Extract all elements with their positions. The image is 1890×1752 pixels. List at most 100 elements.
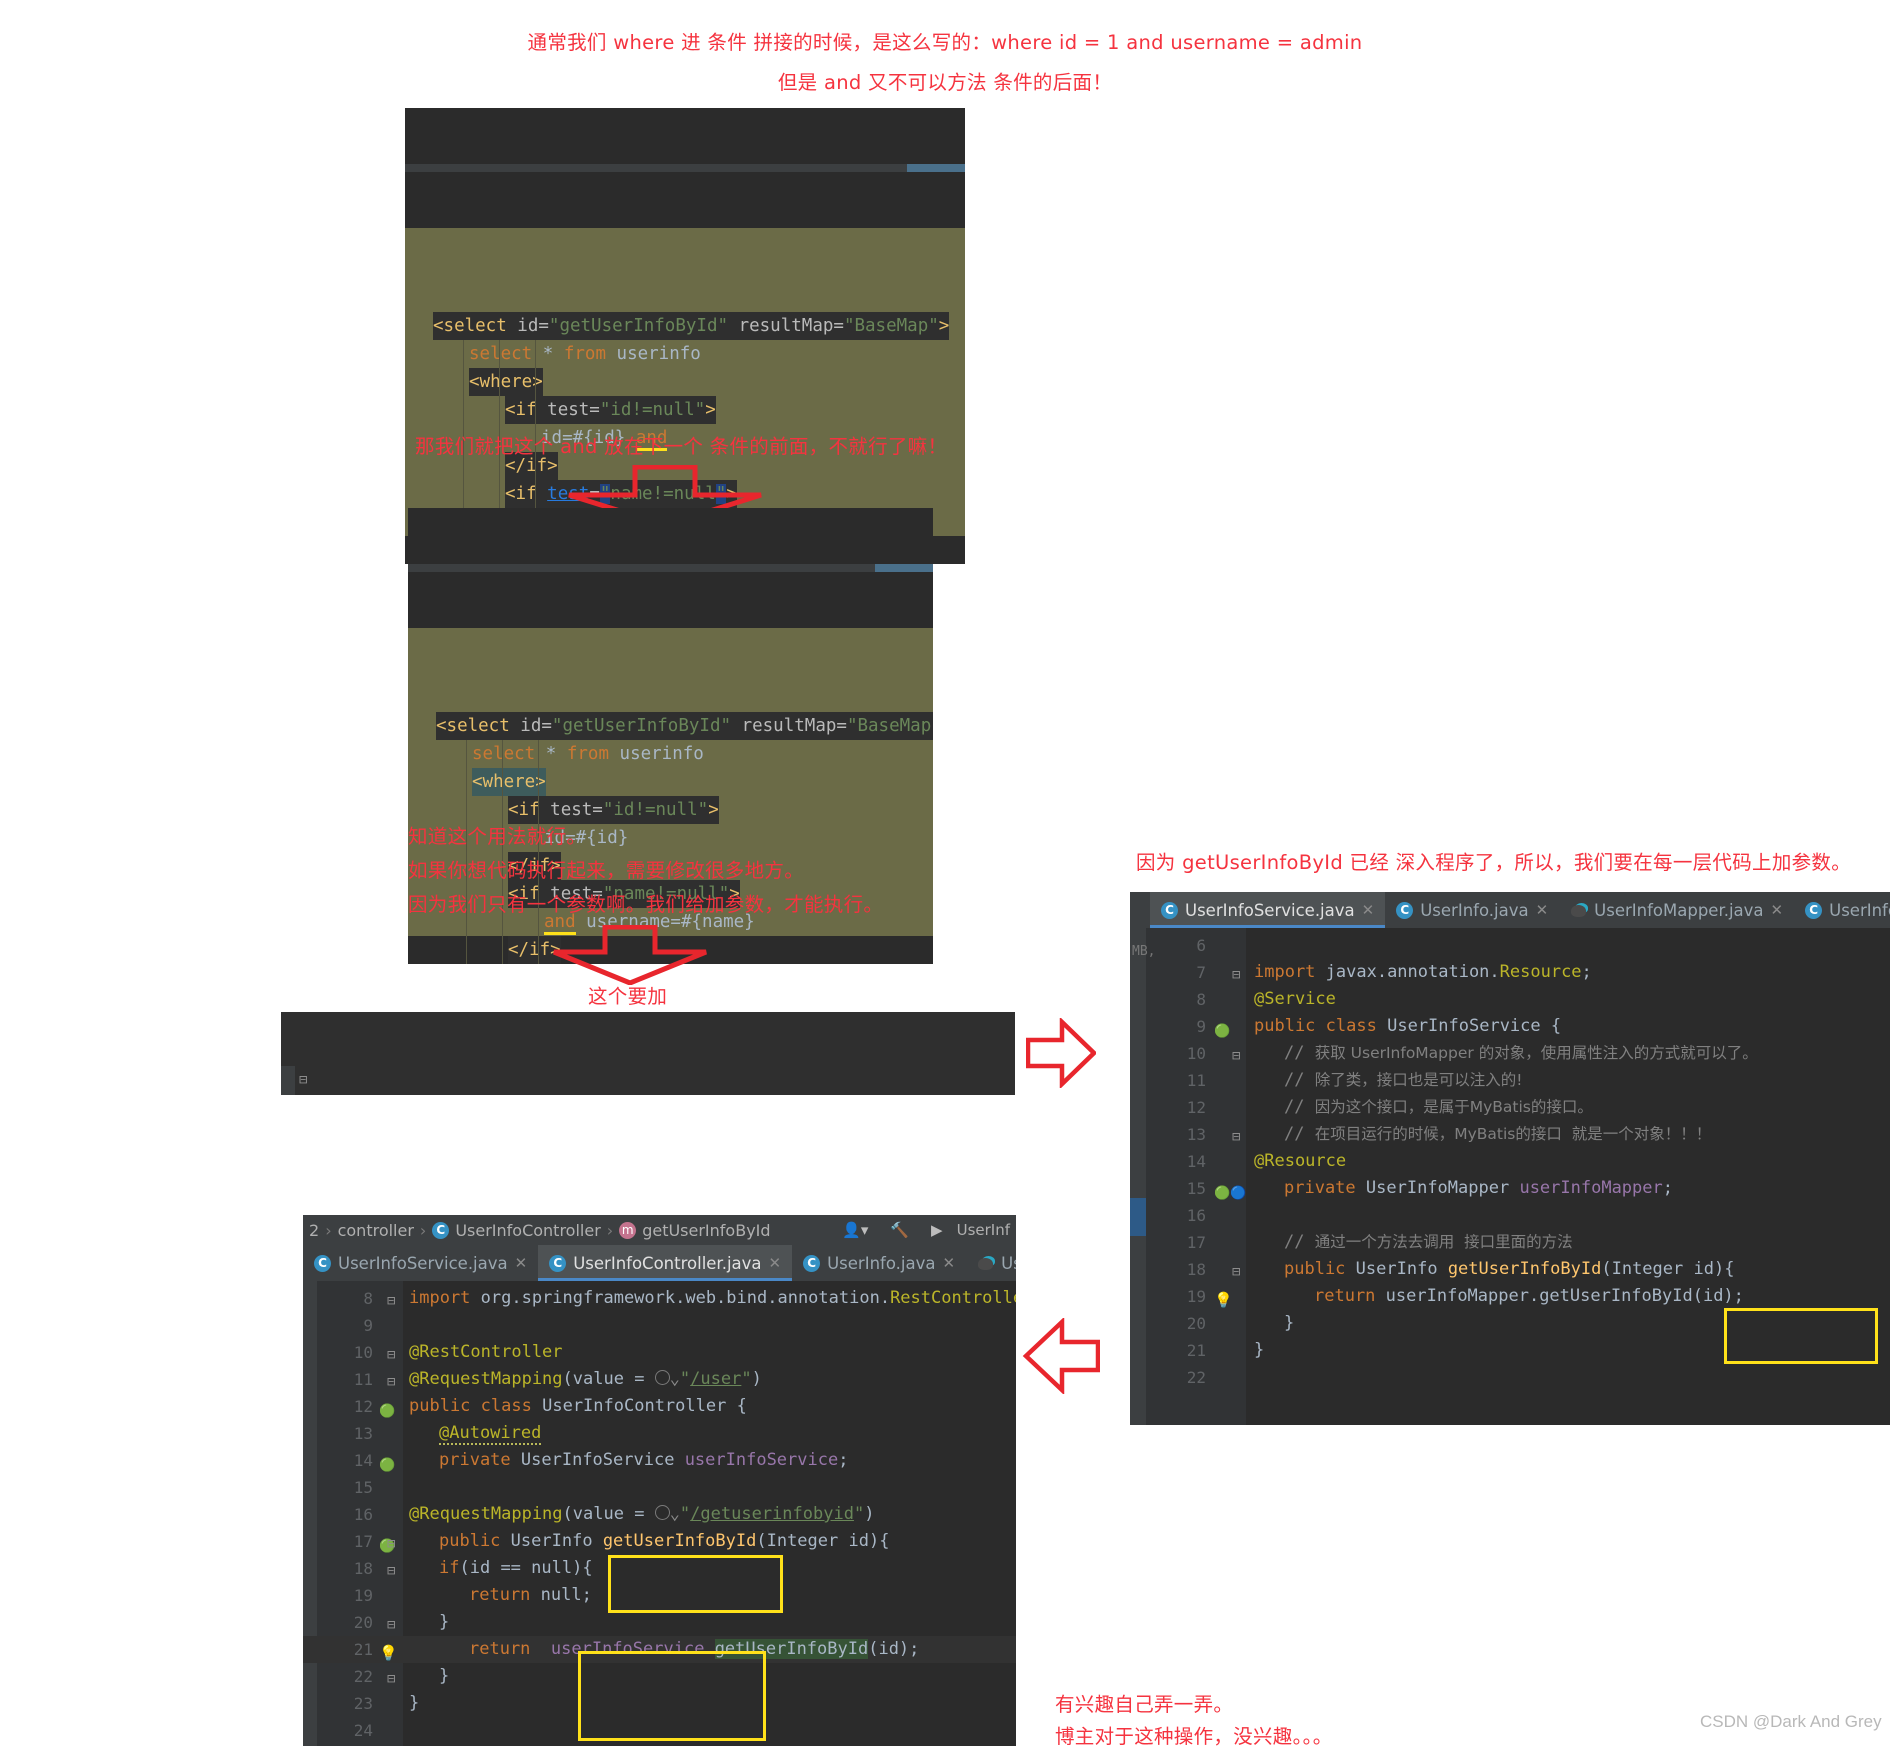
xml-token: id=	[520, 716, 552, 736]
breadcrumb-item[interactable]: controller	[338, 1221, 414, 1240]
fold-marker-icon[interactable]: ⊟	[1232, 1259, 1240, 1286]
code-text: @Service	[1254, 986, 1336, 1013]
xml-token: "getUserInfoById"	[551, 716, 732, 736]
xml-token: from	[563, 344, 617, 364]
chevron-down-icon[interactable]: 🔨	[882, 1221, 917, 1239]
class-icon	[803, 1254, 821, 1272]
xml-panel-topbar-selection-2	[875, 564, 933, 572]
gutter-marker[interactable]: 💡	[1214, 1287, 1233, 1309]
close-icon[interactable]: ✕	[1536, 901, 1549, 919]
code-line: 10 ⊟ // 获取 UserInfoMapper 的对象，使用属性注入的方式就可以…	[1130, 1040, 1890, 1067]
method-icon	[619, 1221, 637, 1239]
breadcrumb-item[interactable]: 2	[309, 1221, 319, 1240]
gutter-marker[interactable]: 🟢	[379, 1397, 397, 1419]
java-annotation: @RequestMapping	[409, 1504, 563, 1524]
close-icon[interactable]: ✕	[769, 1254, 782, 1272]
editor-tab[interactable]: UserInfoMappe	[1794, 892, 1890, 928]
fold-marker-icon[interactable]: ⊟	[299, 1067, 307, 1094]
code-line: 12 🟢 public class UserInfoController {	[303, 1393, 1016, 1420]
fold-marker-icon[interactable]: ⊟	[387, 1342, 395, 1369]
breadcrumb-item[interactable]: getUserInfoById	[642, 1221, 770, 1240]
java-annotation: @Resource	[1254, 1151, 1347, 1171]
editor-tab[interactable]: UserInfoController.java ✕	[538, 1245, 793, 1281]
run-configuration-label[interactable]: UserInf	[957, 1221, 1016, 1239]
user-run-icon[interactable]: 👤▾	[834, 1221, 876, 1239]
xml-token: from	[566, 744, 620, 764]
code-text: public class UserInfoController {	[409, 1396, 747, 1416]
controller-tab-bar: UserInfoService.java✕UserInfoController.…	[303, 1245, 1016, 1281]
editor-tab[interactable]: UserInfoM	[966, 1245, 1016, 1281]
xml-code-line: <if test="id!=null">	[405, 396, 965, 424]
xml-token: >	[938, 316, 950, 336]
line-number: 23	[353, 1694, 373, 1713]
close-icon[interactable]: ✕	[1362, 901, 1375, 919]
fold-marker-icon[interactable]: ⊟	[1232, 962, 1240, 989]
class-icon	[549, 1254, 567, 1272]
editor-tab[interactable]: UserInfo.java ✕	[1385, 892, 1559, 928]
mapper-strip-line-1: // // 至于方法名称，取的名字，要别人看得懂，知道这个方法是来干什么的。	[337, 1067, 957, 1095]
bean-icon[interactable]: 🟢	[379, 1404, 395, 1419]
code-text: // 获取 UserInfoMapper 的对象，使用属性注入的方式就可以了。	[1284, 1040, 1758, 1067]
close-icon[interactable]: ✕	[515, 1254, 528, 1272]
breadcrumb-item[interactable]: UserInfoController	[455, 1221, 600, 1240]
xml-token: "BaseMap"	[843, 316, 939, 336]
fold-marker-icon[interactable]: ⊟	[387, 1369, 395, 1396]
bulb-icon[interactable]: 💡	[379, 1644, 398, 1662]
hammer-icon[interactable]: ▶	[923, 1221, 951, 1239]
line-number: 18	[353, 1559, 373, 1578]
line-number: 18	[1186, 1260, 1206, 1279]
service-editor[interactable]: MB, 6 7 ⊟ import javax.annotation.Resource;…	[1130, 928, 1890, 1425]
close-icon[interactable]: ✕	[1771, 901, 1784, 919]
line-number: 21	[1186, 1341, 1206, 1360]
annotation-bottom-line-1: 有兴趣自己弄一弄。	[1055, 1693, 1234, 1716]
xml-token: resultMap=	[728, 316, 844, 336]
java-annotation: @RequestMapping	[409, 1369, 563, 1389]
editor-tab[interactable]: UserInfoService.java ✕	[1150, 892, 1386, 928]
close-icon[interactable]: ✕	[942, 1254, 955, 1272]
method-name: getUserInfoById	[602, 1531, 757, 1551]
bean-arrow-icon[interactable]: 🟢	[379, 1458, 395, 1473]
globe-icon	[654, 1370, 670, 1385]
fold-marker-icon[interactable]: ⊟	[387, 1612, 395, 1639]
gutter-marker[interactable]: 🟢	[1214, 1017, 1232, 1039]
comment-text: 因为这个接口，是属于MyBatis的接口。	[1314, 1098, 1593, 1116]
java-annotation: @RestController	[409, 1342, 563, 1362]
editor-tab[interactable]: UserInfoService.java ✕	[303, 1245, 538, 1281]
line-number: 15	[1186, 1179, 1206, 1198]
fold-marker-icon[interactable]: ⊟	[387, 1558, 395, 1585]
bulb-icon[interactable]: 💡	[1214, 1291, 1233, 1309]
java-annotation: @Autowired	[439, 1423, 542, 1445]
comment-slashes: //	[1284, 1043, 1315, 1063]
line-number: 22	[353, 1667, 373, 1686]
java-annotation: @Service	[1254, 989, 1336, 1009]
line-number: 21	[353, 1640, 373, 1659]
code-text: public UserInfo getUserInfoById(Integer …	[1284, 1259, 1735, 1279]
editor-tab[interactable]: UserInfo.java ✕	[792, 1245, 966, 1281]
red-arrow-right	[1026, 1018, 1096, 1088]
code-line: 8 ⊟ import org.springframework.web.bind.an…	[303, 1285, 1016, 1312]
code-text: @Autowired	[439, 1420, 542, 1447]
fold-marker-icon[interactable]: ⊟	[387, 1666, 395, 1693]
xml-code-line: <where>	[408, 768, 933, 796]
fold-marker-icon[interactable]: ⊟	[387, 1288, 395, 1315]
editor-tab[interactable]: UserInfoMapper.java ✕	[1559, 892, 1794, 928]
bean-icon[interactable]: 🟢	[1214, 1024, 1230, 1039]
xml-token: <if	[505, 484, 548, 504]
line-number: 19	[353, 1586, 373, 1605]
line-number: 17	[353, 1532, 373, 1551]
bean-mapper-icon[interactable]: 🟢🔵	[1214, 1186, 1246, 1201]
xml-token: "BaseMap"	[846, 716, 933, 736]
fold-marker-icon[interactable]: ⊟	[1232, 1043, 1240, 1070]
gutter-marker[interactable]: 💡	[379, 1640, 398, 1662]
controller-editor[interactable]: 8 ⊟ import org.springframework.web.bind.an…	[303, 1281, 1016, 1746]
mapper-strip-gutter	[281, 1066, 295, 1095]
fold-marker-icon[interactable]: ⊟	[387, 1531, 395, 1558]
gutter-marker[interactable]: 🟢🔵	[1214, 1179, 1246, 1201]
code-text: // 除了类，接口也是可以注入的!	[1284, 1067, 1522, 1094]
gutter-marker[interactable]: 🟢	[379, 1451, 397, 1473]
fold-marker-icon[interactable]: ⊟	[1232, 1124, 1240, 1151]
code-line: 17 // 通过一个方法去调用 接口里面的方法	[1130, 1229, 1890, 1256]
line-number: 8	[1196, 990, 1206, 1009]
line-number: 12	[1186, 1098, 1206, 1117]
xml-token: resultMap=	[731, 716, 847, 736]
